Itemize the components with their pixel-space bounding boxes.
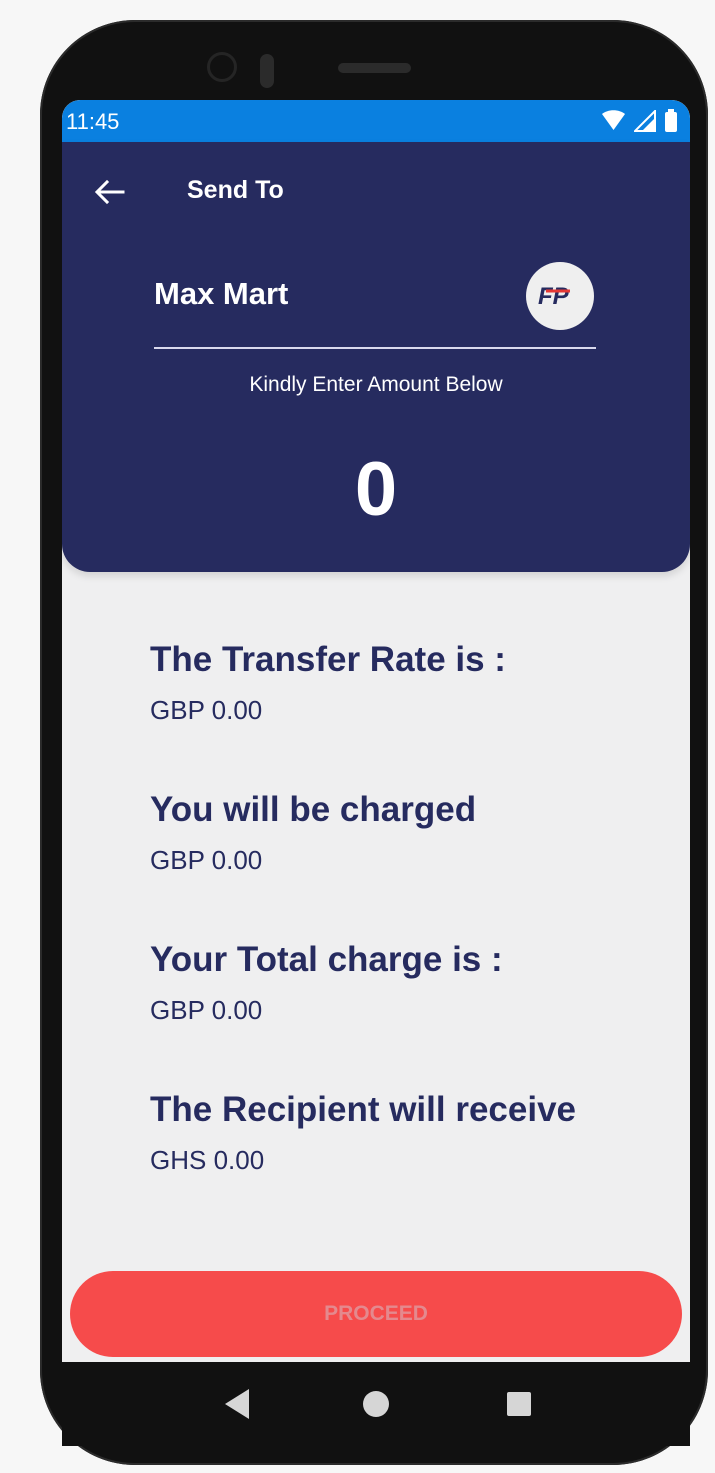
recipient-receive-section: The Recipient will receive GHS 0.00: [150, 1090, 650, 1176]
cellular-signal-icon: [634, 110, 656, 132]
app-screen: 11:45 Send To Max Mart FP Kindly Enter A…: [62, 100, 690, 1362]
arrow-left-icon: [94, 179, 125, 205]
home-circle-icon: [363, 1391, 389, 1417]
merchant-name: Max Mart: [154, 276, 289, 311]
status-icons: [601, 109, 678, 133]
proceed-button[interactable]: PROCEED: [70, 1271, 682, 1357]
recipient-receive-label: The Recipient will receive: [150, 1090, 576, 1129]
amount-header-panel: Send To Max Mart FP Kindly Enter Amount …: [62, 142, 690, 572]
total-charge-section: Your Total charge is : GBP 0.00: [150, 940, 650, 1026]
recent-square-icon: [507, 1392, 531, 1416]
amount-display[interactable]: 0: [62, 446, 690, 533]
nav-back-button[interactable]: [211, 1378, 263, 1430]
nav-recent-apps-button[interactable]: [493, 1378, 545, 1430]
charge-value: GBP 0.00: [150, 844, 263, 875]
front-camera-icon: [207, 52, 237, 82]
total-charge-label: Your Total charge is :: [150, 940, 503, 979]
merchant-logo: FP: [526, 262, 594, 330]
android-navigation-bar: [62, 1362, 690, 1446]
total-charge-value: GBP 0.00: [150, 994, 263, 1025]
nav-home-button[interactable]: [350, 1378, 402, 1430]
transfer-rate-section: The Transfer Rate is : GBP 0.00: [150, 640, 650, 726]
merchant-logo-text: FP: [538, 283, 570, 309]
back-triangle-icon: [225, 1389, 249, 1419]
back-button[interactable]: [90, 172, 130, 212]
charge-label: You will be charged: [150, 790, 477, 829]
wifi-icon: [602, 110, 625, 130]
recipient-receive-value: GHS 0.00: [150, 1144, 265, 1175]
page-root: 11:45 Send To Max Mart FP Kindly Enter A…: [0, 0, 715, 1473]
fp-logo-icon: FP: [538, 283, 570, 309]
phone-frame: 11:45 Send To Max Mart FP Kindly Enter A…: [40, 20, 708, 1465]
battery-icon: [665, 109, 677, 132]
charge-section: You will be charged GBP 0.00: [150, 790, 650, 876]
sensor-icon: [260, 54, 274, 88]
speaker-icon: [338, 63, 411, 73]
page-title: Send To: [187, 176, 284, 204]
transfer-rate-label: The Transfer Rate is :: [150, 640, 506, 679]
amount-instruction: Kindly Enter Amount Below: [249, 373, 503, 396]
transfer-rate-value: GBP 0.00: [150, 694, 263, 725]
status-bar: 11:45: [62, 100, 690, 142]
merchant-divider: [154, 347, 596, 349]
status-time: 11:45: [66, 109, 120, 134]
